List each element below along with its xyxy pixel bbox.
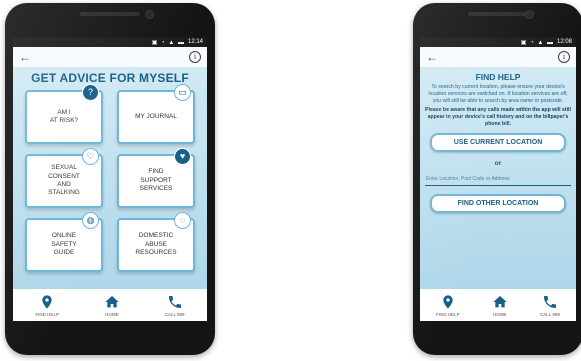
nav-home[interactable]: HOME <box>492 294 508 317</box>
phone-frame-right: ▣ ◔ ▲ ▬ 12:08 ← i FIND HELP To search by… <box>413 3 581 355</box>
status-time: 12:08 <box>556 39 572 45</box>
front-camera <box>525 10 534 19</box>
find-support-services-card[interactable]: ♥ FIND SUPPORT SERVICES <box>117 148 195 208</box>
question-mark-icon: ? <box>82 84 99 101</box>
location-search-input[interactable] <box>425 173 571 187</box>
find-other-location-button[interactable]: FIND OTHER LOCATION <box>430 194 566 214</box>
back-arrow-icon[interactable]: ← <box>19 51 31 63</box>
earpiece <box>80 12 140 16</box>
info-icon[interactable]: i <box>189 51 201 63</box>
bottom-navigation: FIND HELP HOME CALL 999 <box>420 289 576 321</box>
find-help-screen: ▣ ◔ ▲ ▬ 12:08 ← i FIND HELP To search by… <box>420 37 576 321</box>
or-separator: or <box>494 160 502 168</box>
nav-call[interactable]: CALL 999 <box>540 294 560 317</box>
app-toolbar: ← i <box>13 47 207 67</box>
online-safety-guide-card[interactable]: ◍ ONLINE SAFETY GUIDE <box>25 212 103 272</box>
nav-label: HOME <box>493 311 507 317</box>
sexual-consent-card[interactable]: ♡ SEXUAL CONSENT AND STALKING <box>25 148 103 208</box>
card-label: MY JOURNAL <box>135 112 177 120</box>
bottom-navigation: FIND HELP HOME CALL 999 <box>13 289 207 321</box>
home-icon <box>493 295 507 307</box>
am-i-at-risk-card[interactable]: ? AM I AT RISK? <box>25 84 103 144</box>
nav-label: FIND HELP <box>436 311 460 317</box>
location-instructions: To search by current location, please en… <box>428 84 568 105</box>
phone-icon <box>543 295 556 308</box>
nav-call[interactable]: CALL 999 <box>165 294 185 317</box>
use-current-location-button[interactable]: USE CURRENT LOCATION <box>430 133 566 153</box>
home-icon <box>105 295 119 307</box>
app-toolbar: ← i <box>420 47 576 67</box>
earpiece <box>468 12 528 16</box>
nav-label: CALL 999 <box>540 311 560 317</box>
signal-wifi-battery-icon: ▣ ◔ ▲ ▬ <box>151 39 185 46</box>
nav-label: HOME <box>105 311 119 317</box>
card-label: ONLINE SAFETY GUIDE <box>51 232 77 257</box>
card-label: FIND SUPPORT SERVICES <box>139 168 173 193</box>
nav-label: CALL 999 <box>164 311 185 317</box>
info-icon[interactable]: i <box>558 51 570 63</box>
back-arrow-icon[interactable]: ← <box>426 51 438 63</box>
location-pin-icon <box>42 294 52 309</box>
advice-screen: ▣ ◔ ▲ ▬ 12:14 ← i GET ADVICE FOR MYSELF … <box>13 37 207 321</box>
status-bar: ▣ ◔ ▲ ▬ 12:14 <box>13 37 207 47</box>
advice-card-grid: ? AM I AT RISK? ▭ MY JOURNAL ♡ SEXUAL CO… <box>13 84 207 272</box>
nav-find-help[interactable]: FIND HELP <box>35 294 59 317</box>
my-journal-card[interactable]: ▭ MY JOURNAL <box>117 84 195 144</box>
nav-home[interactable]: HOME <box>104 294 120 317</box>
nav-label: FIND HELP <box>35 311 59 317</box>
call-history-warning: Please be aware that any calls made with… <box>425 107 571 128</box>
book-icon: ▭ <box>174 84 191 101</box>
signal-wifi-battery-icon: ▣ ◔ ▲ ▬ <box>520 39 554 46</box>
heart-outline-icon: ♡ <box>82 148 99 165</box>
card-label: SEXUAL CONSENT AND STALKING <box>48 164 80 197</box>
page-title: FIND HELP <box>475 72 521 82</box>
card-label: DOMESTIC ABUSE RESOURCES <box>135 232 177 257</box>
domestic-abuse-resources-card[interactable]: ◌ DOMESTIC ABUSE RESOURCES <box>117 212 195 272</box>
status-time: 12:14 <box>187 39 203 45</box>
page-title: GET ADVICE FOR MYSELF <box>31 71 189 85</box>
front-camera <box>145 10 154 19</box>
location-pin-icon <box>443 294 453 309</box>
globe-icon: ◍ <box>82 212 99 229</box>
phone-frame-left: ▣ ◔ ▲ ▬ 12:14 ← i GET ADVICE FOR MYSELF … <box>5 3 215 355</box>
card-label: AM I AT RISK? <box>49 108 79 124</box>
chat-bubbles-icon: ◌ <box>174 212 191 229</box>
status-bar: ▣ ◔ ▲ ▬ 12:08 <box>420 37 576 47</box>
phone-icon <box>168 295 181 308</box>
nav-find-help[interactable]: FIND HELP <box>436 294 460 317</box>
heart-filled-icon: ♥ <box>174 148 191 165</box>
